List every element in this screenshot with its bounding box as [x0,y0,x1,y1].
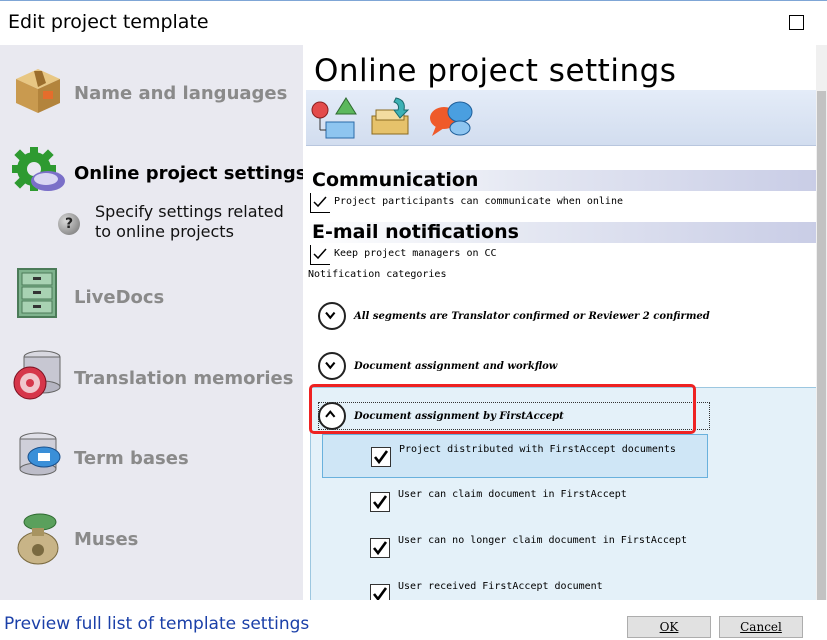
window-top-border [0,0,827,1]
edit-project-template-dialog: Edit project template Name and languages [0,0,827,640]
option-checkbox[interactable] [370,538,390,558]
checkmark-icon [372,495,388,510]
maximize-button[interactable] [789,15,804,30]
keep-pm-cc-checkbox[interactable] [310,245,330,265]
sidebar-item-online-project-settings[interactable]: Online project settings [0,143,303,203]
chat-bubbles-icon[interactable] [426,94,476,142]
cloud-gear-icon [12,147,65,191]
sidebar-item-label: Online project settings [74,163,303,184]
option-label: User can no longer claim document in Fir… [398,535,687,546]
notification-categories-label: Notification categories [308,269,447,280]
sidebar-item-term-bases[interactable]: Term bases [0,429,303,489]
option-label: User can claim document in FirstAccept [398,489,627,500]
email-heading: E-mail notifications [312,221,519,243]
option-label: Project distributed with FirstAccept doc… [399,444,676,455]
help-icon: ? [58,213,80,235]
drawer-arrow-icon[interactable] [366,94,416,142]
option-label: User received FirstAccept document [398,581,603,592]
sidebar-item-label: Name and languages [74,83,288,104]
database-disc-icon [13,350,61,400]
option-checkbox[interactable] [370,584,390,600]
cancel-button-label: Cancel [740,620,782,634]
category-label: All segments are Translator confirmed or… [354,311,710,322]
communication-section-header: Communication [306,169,816,191]
file-cabinet-icon [17,268,57,318]
scrollbar-thumb[interactable] [817,91,826,600]
chevron-down-icon[interactable] [318,302,346,330]
ok-button[interactable]: OK [627,616,711,638]
sidebar-item-translation-memories[interactable]: Translation memories [0,347,303,407]
highlight-annotation-box [309,384,696,434]
notification-option-user-can-no-longer-claim[interactable]: User can no longer claim document in Fir… [322,526,708,570]
option-checkbox[interactable] [370,492,390,512]
checkmark-icon [373,450,389,465]
category-label: Document assignment and workflow [354,361,558,372]
checkmark-icon [313,248,327,260]
sidebar-item-label: Term bases [74,448,189,469]
checkmark-icon [313,196,327,208]
checkmark-icon [372,587,388,600]
notification-option-project-distributed[interactable]: Project distributed with FirstAccept doc… [322,434,708,478]
communication-option-label: Project participants can communicate whe… [334,196,623,207]
cancel-button[interactable]: Cancel [719,616,803,638]
sidebar-item-livedocs[interactable]: LiveDocs [0,265,303,325]
preview-settings-link[interactable]: Preview full list of template settings [4,614,309,634]
option-checkbox[interactable] [371,447,391,467]
notification-option-user-received-document[interactable]: User received FirstAccept document [322,572,708,600]
section-description: ? Specify settings related to online pro… [55,200,300,248]
communication-heading: Communication [312,169,479,191]
communication-checkbox[interactable] [310,193,330,213]
package-box-icon [16,69,60,113]
workflow-shapes-icon[interactable] [308,94,358,142]
dialog-footer: Preview full list of template settings O… [0,600,827,640]
ok-button-label: OK [659,620,679,634]
sidebar-item-name-and-languages[interactable]: Name and languages [0,55,303,115]
sidebar-item-label: Muses [74,529,139,550]
sidebar-item-label: Translation memories [74,368,294,389]
page-title: Online project settings [314,53,677,89]
keep-pm-cc-label: Keep project managers on CC [334,248,497,259]
checkmark-icon [372,541,388,556]
category-document-assignment-workflow[interactable]: Document assignment and workflow [318,352,808,386]
main-panel: Online project settings Communication Pr… [306,45,816,600]
section-description-text: Specify settings related to online proje… [95,202,284,241]
muse-sack-icon [17,513,59,565]
vertical-scrollbar[interactable] [816,45,827,600]
email-section-header: E-mail notifications [306,221,816,243]
chevron-down-icon[interactable] [318,352,346,380]
sidebar-item-label: LiveDocs [74,287,165,308]
sidebar-item-muses[interactable]: Muses [0,510,303,570]
sidebar: Name and languages Online project settin… [0,45,303,600]
title-bar: Edit project template [0,0,827,45]
category-all-segments-confirmed[interactable]: All segments are Translator confirmed or… [318,302,808,336]
term-database-icon [19,432,61,476]
toolbar [306,90,816,146]
window-title: Edit project template [8,11,209,33]
notification-option-user-can-claim[interactable]: User can claim document in FirstAccept [322,480,708,524]
